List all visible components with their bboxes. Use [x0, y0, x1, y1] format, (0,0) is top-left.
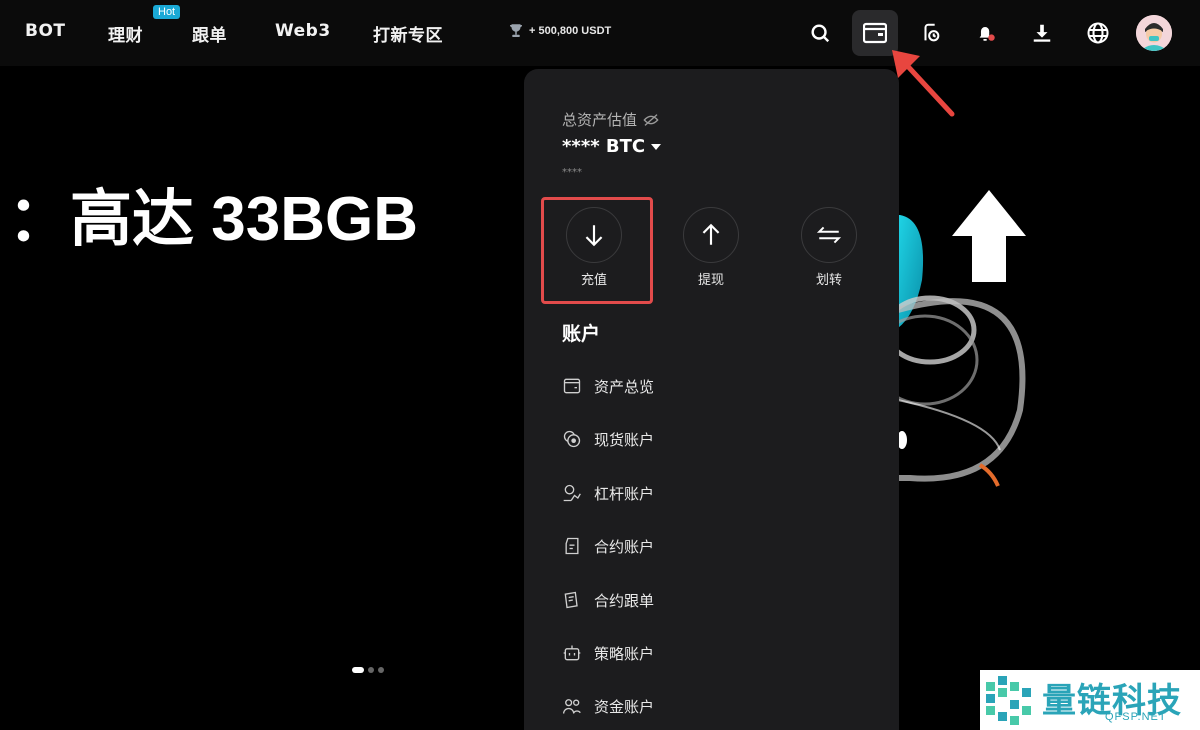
total-assets-label: 总资产估值 [562, 111, 638, 129]
menu-item-label: 资产总览 [594, 377, 655, 396]
avatar[interactable] [1136, 15, 1172, 51]
reward-text: + 500,800 USDT [529, 25, 612, 37]
accounts-section-title: 账户 [562, 323, 601, 345]
withdraw-label: 提现 [697, 273, 724, 288]
nav-item-finance[interactable]: 理财 [108, 21, 143, 46]
nav-item-bot[interactable]: BOT [25, 21, 66, 41]
menu-item-strategy-account[interactable]: 策略账户 [562, 639, 654, 667]
avatar-icon [1136, 15, 1172, 51]
wallet-outline-icon [563, 378, 581, 394]
arrow-up-icon [702, 223, 720, 245]
menu-item-asset-overview[interactable]: 资产总览 [562, 372, 654, 400]
notifications-button[interactable] [969, 16, 1003, 50]
users-icon [563, 699, 581, 714]
menu-item-futures-copy[interactable]: 合约跟单 [562, 586, 654, 614]
order-history-button[interactable] [914, 16, 948, 50]
menu-item-label: 合约账户 [594, 537, 655, 556]
search-icon [811, 24, 830, 43]
hero-title: ：高达 33BGB [8, 185, 418, 254]
watermark-logo: 量链科技 QFSP.NET [980, 670, 1200, 730]
nav-item-copy-trading[interactable]: 跟单 [192, 21, 227, 46]
menu-item-funding-account[interactable]: 资金账户 [562, 692, 654, 720]
top-navigation-bar: BOT 理财 Hot 跟单 Web3 打新专区 + 500,800 USDT [0, 0, 1200, 66]
decorative-up-arrow [952, 190, 1026, 282]
asset-sub-value: **** [562, 167, 582, 178]
transfer-circle [801, 207, 857, 263]
transfer-button[interactable]: 划转 [801, 207, 857, 288]
download-button[interactable] [1025, 16, 1059, 50]
carousel-dot-2[interactable] [368, 667, 374, 673]
total-assets-label-row: 总资产估值 [562, 109, 659, 130]
copy-trade-icon [564, 591, 578, 609]
nav-item-web3[interactable]: Web3 [275, 21, 331, 41]
deposit-button[interactable]: 充值 [566, 207, 622, 288]
watermark-subtitle: QFSP.NET [1105, 711, 1167, 723]
menu-item-label: 现货账户 [594, 430, 655, 449]
bot-icon [563, 645, 581, 661]
wallet-icon [863, 22, 887, 44]
margin-icon [563, 484, 581, 502]
withdraw-button[interactable]: 提现 [683, 207, 739, 288]
globe-icon [1087, 22, 1109, 44]
menu-item-label: 策略账户 [594, 644, 655, 663]
language-button[interactable] [1081, 16, 1115, 50]
hot-badge: Hot [153, 5, 181, 19]
reward-banner[interactable]: + 500,800 USDT [507, 22, 611, 40]
red-pointer-arrow [892, 50, 955, 117]
contract-icon [565, 537, 579, 555]
eye-hidden-icon[interactable] [643, 113, 659, 127]
transfer-icon [816, 226, 842, 244]
download-icon [1033, 24, 1051, 42]
carousel-dot-3[interactable] [378, 667, 384, 673]
bell-icon [979, 27, 995, 41]
trophy-icon [509, 24, 523, 37]
transfer-label: 划转 [815, 273, 842, 288]
wallet-dropdown-panel: 总资产估值 **** BTC **** 充值 提现 划转 账户 资产总览 现货账… [524, 69, 899, 730]
order-history-icon [924, 23, 940, 42]
total-assets-value[interactable]: **** BTC [562, 136, 662, 157]
menu-item-label: 杠杆账户 [594, 484, 655, 503]
carousel-dot-1[interactable] [352, 667, 364, 673]
caret-down-icon [651, 143, 662, 150]
coins-icon [563, 430, 581, 448]
menu-item-label: 合约跟单 [594, 591, 655, 610]
deposit-label: 充值 [580, 273, 607, 288]
menu-item-margin-account[interactable]: 杠杆账户 [562, 479, 654, 507]
asset-value-text: **** BTC [562, 136, 646, 157]
carousel-dots [352, 667, 384, 673]
menu-item-futures-account[interactable]: 合约账户 [562, 532, 654, 560]
watermark-emblem-icon [986, 676, 1031, 725]
menu-item-spot-account[interactable]: 现货账户 [562, 425, 654, 453]
search-button[interactable] [803, 16, 837, 50]
menu-item-label: 资金账户 [594, 697, 655, 716]
arrow-down-icon [585, 225, 603, 247]
withdraw-circle [683, 207, 739, 263]
nav-item-launchpad[interactable]: 打新专区 [373, 21, 443, 46]
deposit-circle [566, 207, 622, 263]
